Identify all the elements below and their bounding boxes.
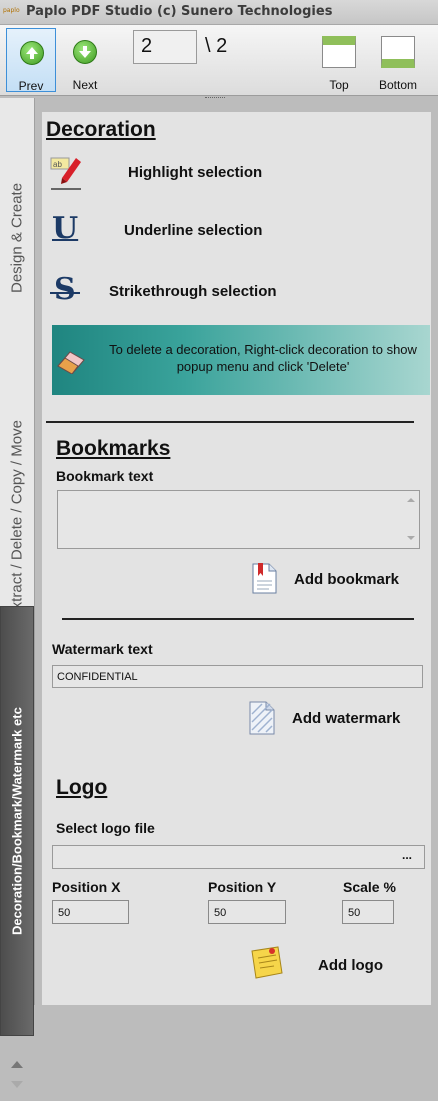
prev-label: Prev bbox=[18, 79, 44, 93]
page-bottom-icon bbox=[381, 36, 415, 68]
decoration-panel: Decoration ab Highlight selection U Unde… bbox=[41, 112, 431, 1005]
position-x-input[interactable]: 50 bbox=[52, 900, 129, 924]
tab-decoration-bookmark[interactable]: Decoration/Bookmark/Watermark etc bbox=[0, 606, 34, 1036]
scale-label: Scale % bbox=[343, 879, 396, 895]
add-watermark-button[interactable]: Add watermark bbox=[292, 710, 400, 727]
prev-page-button[interactable]: Prev bbox=[6, 28, 56, 93]
delete-decoration-info: To delete a decoration, Right-click deco… bbox=[52, 325, 430, 395]
tab-scroll-arrows bbox=[6, 1053, 28, 1101]
watermark-icon[interactable] bbox=[248, 700, 276, 736]
scroll-up-icon[interactable] bbox=[407, 498, 415, 502]
section-divider bbox=[62, 618, 414, 620]
watermark-text-label: Watermark text bbox=[52, 641, 153, 657]
page-number-input[interactable]: 2 bbox=[133, 30, 197, 64]
scroll-down-icon[interactable] bbox=[11, 1081, 23, 1088]
arrow-down-icon bbox=[73, 40, 97, 64]
add-logo-button[interactable]: Add logo bbox=[318, 957, 383, 974]
sticky-note-icon[interactable] bbox=[248, 945, 284, 981]
watermark-text-input[interactable]: CONFIDENTIAL bbox=[52, 665, 423, 688]
strikethrough-line bbox=[50, 292, 80, 294]
bookmark-document-icon[interactable] bbox=[249, 562, 279, 594]
tab-design-create[interactable]: Design & Create bbox=[0, 103, 34, 373]
svg-text:ab: ab bbox=[53, 160, 62, 169]
navigation-toolbar: Prev Next 2 \ 2 Top Bottom bbox=[0, 25, 438, 96]
go-top-button[interactable]: Top bbox=[316, 28, 362, 92]
decoration-title: Decoration bbox=[46, 118, 156, 141]
scroll-down-icon[interactable] bbox=[407, 536, 415, 540]
logo-title: Logo bbox=[56, 776, 108, 799]
bookmark-text-input[interactable] bbox=[57, 490, 420, 549]
eraser-icon bbox=[57, 351, 85, 374]
arrow-up-icon bbox=[20, 41, 44, 65]
position-x-label: Position X bbox=[52, 879, 121, 895]
bookmark-text-label: Bookmark text bbox=[56, 468, 154, 484]
next-page-button[interactable]: Next bbox=[60, 28, 110, 92]
underline-selection-button[interactable]: Underline selection bbox=[124, 222, 262, 239]
window-title: Paplo PDF Studio (c) Sunero Technologies bbox=[26, 4, 333, 19]
info-text: To delete a decoration, Right-click deco… bbox=[109, 342, 417, 374]
add-bookmark-button[interactable]: Add bookmark bbox=[294, 571, 399, 588]
section-divider bbox=[46, 421, 414, 423]
title-bar: paplo Paplo PDF Studio (c) Sunero Techno… bbox=[0, 0, 438, 25]
logo-file-input[interactable] bbox=[52, 845, 425, 869]
select-logo-file-label: Select logo file bbox=[56, 820, 155, 836]
scroll-up-icon[interactable] bbox=[11, 1061, 23, 1068]
strikethrough-selection-button[interactable]: Strikethrough selection bbox=[109, 283, 277, 300]
position-y-label: Position Y bbox=[208, 879, 277, 895]
splitter-grip[interactable] bbox=[205, 97, 225, 101]
bookmarks-title: Bookmarks bbox=[56, 437, 171, 460]
top-label: Top bbox=[329, 78, 349, 92]
next-label: Next bbox=[72, 78, 98, 92]
browse-logo-button[interactable]: ... bbox=[402, 848, 412, 862]
bookmark-text-scrollbar[interactable] bbox=[402, 491, 419, 548]
page-total: \ 2 bbox=[205, 35, 228, 57]
underline-icon[interactable]: U bbox=[52, 211, 78, 246]
go-bottom-button[interactable]: Bottom bbox=[372, 28, 424, 92]
scale-input[interactable]: 50 bbox=[342, 900, 394, 924]
highlight-selection-button[interactable]: Highlight selection bbox=[128, 164, 262, 181]
bottom-label: Bottom bbox=[378, 78, 417, 92]
page-top-icon bbox=[322, 36, 356, 68]
strikethrough-icon[interactable]: S bbox=[54, 272, 76, 307]
highlighter-icon[interactable]: ab bbox=[50, 152, 82, 192]
vertical-tab-strip: Design & Create Split / Extract / Delete… bbox=[0, 98, 35, 1088]
position-y-input[interactable]: 50 bbox=[208, 900, 286, 924]
app-logo: paplo bbox=[3, 7, 20, 14]
